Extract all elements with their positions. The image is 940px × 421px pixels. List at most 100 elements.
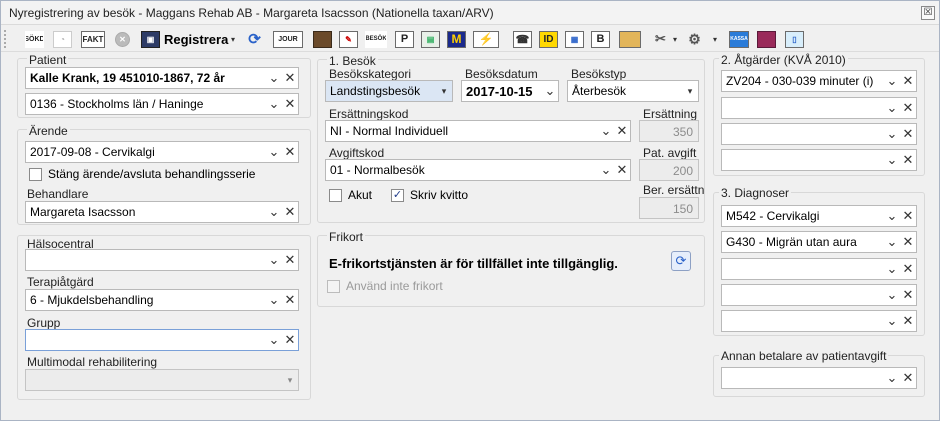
akut-checkbox[interactable]: Akut: [329, 188, 372, 202]
checkmark-icon[interactable]: ✓: [391, 188, 404, 202]
b-document-icon[interactable]: B: [591, 29, 610, 49]
m-icon[interactable]: M: [447, 29, 466, 49]
edit-note-icon[interactable]: ✎: [339, 29, 358, 49]
refresh-icon[interactable]: ⟳: [671, 251, 691, 271]
chevron-down-icon[interactable]: ⌄: [266, 292, 282, 308]
fakt-icon[interactable]: FAKT: [81, 29, 105, 49]
arende-combo[interactable]: 2017-09-08 - Cervikalgi ⌄ ✕: [25, 141, 299, 163]
kategori-combo[interactable]: Landstingsbesök ▾: [325, 80, 453, 102]
glasses-icon[interactable]: ◔: [53, 29, 72, 49]
clear-icon[interactable]: ✕: [282, 96, 298, 112]
annan-betalare-combo[interactable]: ⌄ ✕: [721, 367, 917, 389]
register-dropdown-arrow[interactable]: ▾: [231, 29, 235, 49]
search-patient-icon[interactable]: SÖKD: [25, 29, 44, 49]
print-p-icon[interactable]: P: [395, 29, 414, 49]
atgard-combo-3[interactable]: ⌄ ✕: [721, 123, 917, 145]
tape-icon[interactable]: [619, 29, 641, 49]
datum-field[interactable]: 2017-10-15 ⌄: [461, 80, 559, 102]
ersattningskod-combo[interactable]: NI - Normal Individuell ⌄ ✕: [325, 120, 631, 142]
id-card-icon[interactable]: ID: [539, 29, 558, 49]
briefcase-icon[interactable]: [313, 29, 332, 49]
chevron-down-icon[interactable]: ⌄: [266, 204, 282, 220]
card-reader-icon[interactable]: ▦: [565, 29, 584, 49]
checkbox-box[interactable]: [29, 167, 42, 181]
behandlare-combo[interactable]: Margareta Isacsson ⌄ ✕: [25, 201, 299, 223]
toolbar-grip[interactable]: [4, 30, 8, 48]
clear-icon[interactable]: ✕: [900, 287, 916, 303]
close-series-checkbox[interactable]: Stäng ärende/avsluta behandlingsserie: [29, 167, 255, 181]
chevron-down-icon[interactable]: ⌄: [884, 100, 900, 116]
checkbox-box[interactable]: [329, 188, 342, 202]
kvitto-checkbox[interactable]: ✓ Skriv kvitto: [391, 188, 468, 202]
lightning-icon[interactable]: ⚡: [473, 29, 499, 49]
checkbox-box[interactable]: [327, 279, 340, 293]
frikort-checkbox[interactable]: Använd inte frikort: [327, 279, 443, 293]
clear-icon[interactable]: ✕: [900, 234, 916, 250]
chevron-down-icon[interactable]: ⌄: [884, 370, 900, 386]
clear-icon[interactable]: ✕: [282, 144, 298, 160]
save-button[interactable]: ▣ Registrera: [141, 29, 228, 49]
chevron-down-icon[interactable]: ⌄: [598, 162, 614, 178]
chevron-down-icon[interactable]: ⌄: [884, 208, 900, 224]
clear-icon[interactable]: ✕: [900, 100, 916, 116]
speech-icon[interactable]: ☎: [513, 29, 532, 49]
chevron-down-icon[interactable]: ⌄: [266, 96, 282, 112]
chevron-down-icon[interactable]: ⌄: [598, 123, 614, 139]
cancel-circle-icon[interactable]: ✕: [115, 29, 130, 49]
dropdown-arrow-icon[interactable]: ▾: [682, 86, 698, 97]
calendar-dropdown-icon[interactable]: ⌄: [542, 83, 558, 99]
calendar-tools-icon[interactable]: ✂: [651, 29, 670, 49]
typ-combo[interactable]: Återbesök ▾: [567, 80, 699, 102]
clear-icon[interactable]: ✕: [282, 204, 298, 220]
clear-icon[interactable]: ✕: [614, 123, 630, 139]
chevron-down-icon[interactable]: ⌄: [884, 152, 900, 168]
chevron-down-icon[interactable]: ⌄: [884, 287, 900, 303]
calendar-tools-dropdown-arrow[interactable]: ▾: [673, 29, 677, 49]
dropdown-arrow-icon[interactable]: ▾: [282, 375, 298, 386]
diagnos-combo-4[interactable]: ⌄ ✕: [721, 284, 917, 306]
journal-icon[interactable]: JOUR: [273, 29, 303, 49]
grupp-combo[interactable]: ⌄ ✕: [25, 329, 299, 351]
clear-icon[interactable]: ✕: [900, 208, 916, 224]
chevron-down-icon[interactable]: ⌄: [884, 234, 900, 250]
terapi-combo[interactable]: 6 - Mjukdelsbehandling ⌄ ✕: [25, 289, 299, 311]
refresh-icon[interactable]: ⟳: [245, 29, 264, 49]
clear-icon[interactable]: ✕: [282, 332, 298, 348]
chevron-down-icon[interactable]: ⌄: [266, 332, 282, 348]
clear-icon[interactable]: ✕: [900, 152, 916, 168]
region-combo[interactable]: 0136 - Stockholms län / Haninge ⌄ ✕: [25, 93, 299, 115]
atgard-combo-2[interactable]: ⌄ ✕: [721, 97, 917, 119]
chevron-down-icon[interactable]: ⌄: [266, 144, 282, 160]
clear-icon[interactable]: ✕: [282, 252, 298, 268]
chevron-down-icon[interactable]: ⌄: [884, 73, 900, 89]
clear-icon[interactable]: ✕: [900, 261, 916, 277]
diagnos-combo-1[interactable]: M542 - Cervikalgi ⌄ ✕: [721, 205, 917, 227]
patient-combo[interactable]: Kalle Krank, 19 451010-1867, 72 år ⌄ ✕: [25, 67, 299, 89]
window-close-button[interactable]: ☒: [921, 6, 935, 20]
atgard-combo-1[interactable]: ZV204 - 030-039 minuter (i) ⌄ ✕: [721, 70, 917, 92]
halsocentral-combo[interactable]: ⌄ ✕: [25, 249, 299, 271]
clear-icon[interactable]: ✕: [614, 162, 630, 178]
clear-icon[interactable]: ✕: [282, 292, 298, 308]
phone-icon[interactable]: ▯: [785, 29, 804, 49]
avgiftskod-combo[interactable]: 01 - Normalbesök ⌄ ✕: [325, 159, 631, 181]
chevron-down-icon[interactable]: ⌄: [884, 261, 900, 277]
diagnos-combo-5[interactable]: ⌄ ✕: [721, 310, 917, 332]
chevron-down-icon[interactable]: ⌄: [266, 70, 282, 86]
clear-icon[interactable]: ✕: [900, 126, 916, 142]
diagnos-combo-2[interactable]: G430 - Migrän utan aura ⌄ ✕: [721, 231, 917, 253]
kassa-icon[interactable]: KASSA: [729, 29, 749, 49]
settings-icon[interactable]: ⚙: [685, 29, 704, 49]
multimodal-combo[interactable]: ▾: [25, 369, 299, 391]
note-pad-icon[interactable]: ▤: [421, 29, 440, 49]
chevron-down-icon[interactable]: ⌄: [266, 252, 282, 268]
chevron-down-icon[interactable]: ⌄: [884, 313, 900, 329]
atgard-combo-4[interactable]: ⌄ ✕: [721, 149, 917, 171]
clear-icon[interactable]: ✕: [900, 370, 916, 386]
book-icon[interactable]: [757, 29, 776, 49]
diagnos-combo-3[interactable]: ⌄ ✕: [721, 258, 917, 280]
clear-icon[interactable]: ✕: [900, 313, 916, 329]
besok-icon[interactable]: BESÖK: [365, 29, 387, 49]
clear-icon[interactable]: ✕: [900, 73, 916, 89]
chevron-down-icon[interactable]: ⌄: [884, 126, 900, 142]
